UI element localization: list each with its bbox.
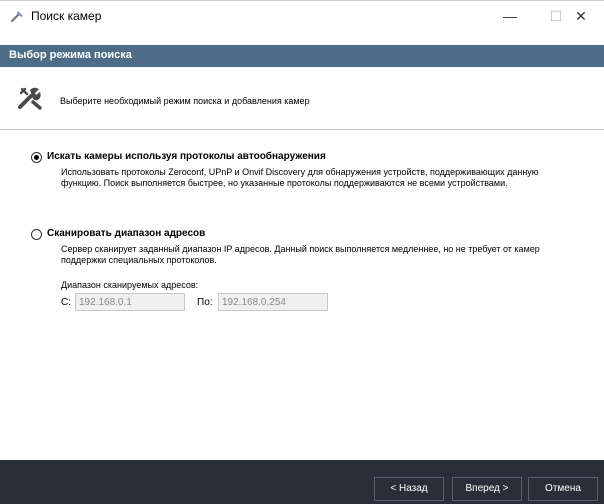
title-bar[interactable]: Поиск камер — ☐ ✕ <box>0 0 604 31</box>
section-header-title: Выбор режима поиска <box>9 49 132 61</box>
tools-icon <box>18 87 42 110</box>
radio-autodiscovery[interactable] <box>31 152 42 163</box>
back-button[interactable]: < Назад <box>374 477 444 501</box>
to-ip-field[interactable] <box>218 293 328 311</box>
camera-search-window: Поиск камер — ☐ ✕ Выбор режима поиска Вы… <box>0 0 604 504</box>
intro-panel: Выберите необходимый режим поиска и доба… <box>0 67 604 130</box>
range-label: Диапазон сканируемых адресов: <box>61 280 199 290</box>
close-button[interactable]: ✕ <box>558 1 604 31</box>
minimize-button[interactable]: — <box>487 1 533 31</box>
section-header: Выбор режима поиска <box>0 45 604 67</box>
tool-app-icon <box>10 11 23 23</box>
option-autodiscovery-title[interactable]: Искать камеры используя протоколы автооб… <box>47 151 326 162</box>
next-button[interactable]: Вперед > <box>452 477 522 501</box>
option-range-scan-title[interactable]: Сканировать диапазон адресов <box>47 228 205 239</box>
to-label: По: <box>197 297 213 308</box>
option-range-scan-description: Сервер сканирует заданный диапазон IP ад… <box>61 244 540 265</box>
intro-text: Выберите необходимый режим поиска и доба… <box>60 96 310 106</box>
radio-range-scan[interactable] <box>31 229 42 240</box>
from-ip-field[interactable] <box>75 293 185 311</box>
footer-bar: < Назад Вперед > Отмена <box>0 460 604 504</box>
from-label: С: <box>61 297 71 308</box>
window-title: Поиск камер <box>31 9 102 23</box>
option-autodiscovery-description: Использовать протоколы Zeroconf, UPnP и … <box>61 167 539 188</box>
cancel-button[interactable]: Отмена <box>528 477 598 501</box>
